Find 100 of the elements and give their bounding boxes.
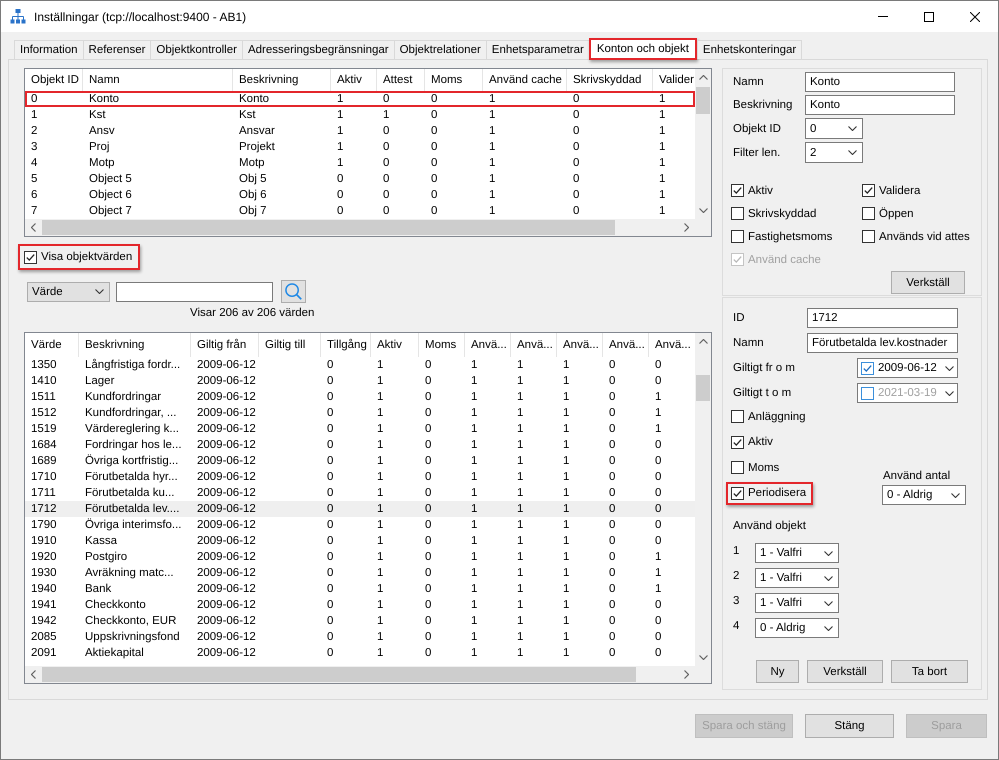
chevron-down-icon[interactable] <box>698 208 708 213</box>
table-cell-text: 0 <box>654 518 662 533</box>
table-cell-text: Förutbetalda ku... <box>84 486 176 501</box>
table-cell-text: 1 <box>488 92 496 107</box>
table-cell-text: Postgiro <box>84 550 128 565</box>
table-row[interactable]: 0 Konto Konto 1 0 0 1 0 1 <box>25 91 695 107</box>
horizontal-scrollbar[interactable] <box>25 666 695 683</box>
table-cell-text: 6 <box>30 188 38 203</box>
scrollbar-thumb[interactable] <box>696 87 710 114</box>
dropdown[interactable]: Värde <box>27 282 110 302</box>
checkbox[interactable]: Validera <box>857 179 979 202</box>
table-cell-text: 1 <box>376 422 384 437</box>
dropdown[interactable]: 1 - Valfri <box>755 568 839 588</box>
checkbox[interactable]: Aktiv <box>726 179 857 202</box>
tab[interactable]: Objektkontroller <box>150 40 242 59</box>
checkbox[interactable]: Periodisera <box>726 482 814 504</box>
chevron-up-icon[interactable] <box>698 75 708 80</box>
chevron-left-icon[interactable] <box>31 223 36 232</box>
column-header[interactable]: Anvä... <box>649 333 695 357</box>
field-label: Filter len. <box>733 146 782 158</box>
table-cell-text: 1 <box>488 172 496 187</box>
checkbox[interactable]: Används vid attes <box>857 225 979 248</box>
table-cell-text: 0 <box>430 92 438 107</box>
checkbox[interactable]: Moms <box>726 456 786 479</box>
table-cell-text: 0 <box>326 646 334 661</box>
chevron-up-icon[interactable] <box>698 339 708 344</box>
table-cell-text: Kst <box>88 108 107 123</box>
table-cell-text: 1 <box>376 390 384 405</box>
table-cell-text: 1 <box>516 614 524 629</box>
apply-button[interactable]: Verkställ <box>891 271 965 294</box>
horizontal-scrollbar[interactable] <box>25 219 695 236</box>
chevron-right-icon[interactable] <box>684 670 689 679</box>
tab[interactable]: Information <box>14 40 83 59</box>
column-header[interactable]: Valider <box>653 69 695 91</box>
scrollbar-thumb[interactable] <box>696 375 710 401</box>
table-cell-text: 1 <box>516 630 524 645</box>
text-field[interactable]: 1712 <box>807 308 958 328</box>
dialog-button[interactable]: Stäng <box>805 714 894 738</box>
table-cell-text: 0 <box>608 566 616 581</box>
dropdown[interactable]: 1 - Valfri <box>755 543 839 563</box>
table-cell-text: 0 <box>654 614 662 629</box>
action-button[interactable]: Ny <box>756 660 799 683</box>
table-cell-text: 1 <box>562 566 570 581</box>
table-cell-text: 1 <box>376 486 384 501</box>
text-field[interactable]: Konto <box>805 72 955 92</box>
tab[interactable]: Referenser <box>82 40 150 59</box>
search-button[interactable] <box>281 280 306 303</box>
chevron-left-icon[interactable] <box>31 670 36 679</box>
field-label: Giltigt t o m <box>733 387 792 399</box>
table-cell-text: 0 <box>572 172 580 187</box>
table-cell-text: 1511 <box>30 390 57 405</box>
table-cell-text: 0 <box>382 156 390 171</box>
table-cell-text: 0 <box>572 108 580 123</box>
chevron-right-icon[interactable] <box>684 223 689 232</box>
tab[interactable]: Konton och objekt <box>588 38 697 60</box>
table-cell-text: 2009-06-12 <box>196 646 257 661</box>
search-field[interactable] <box>116 282 273 302</box>
tab[interactable]: Adresseringsbegränsningar <box>242 40 394 59</box>
tab[interactable]: Enhetskonteringar <box>696 40 802 59</box>
table-cell-text: 1 <box>562 422 570 437</box>
table-cell-text: 1 <box>516 454 524 469</box>
table-cell-text: 4 <box>30 156 38 171</box>
table-cell-text: 0 <box>424 502 432 517</box>
table-cell-text: 0 <box>326 502 334 517</box>
checkbox[interactable]: Visa objektvärden <box>18 244 140 270</box>
text-field[interactable]: Konto <box>805 95 955 115</box>
dropdown[interactable]: 0 - Aldrig <box>882 485 966 505</box>
table-cell-text: 1 <box>562 454 570 469</box>
tab[interactable]: Objektrelationer <box>394 40 486 59</box>
table-cell-text: 0 <box>608 518 616 533</box>
table-cell-text: 1 <box>562 470 570 485</box>
text-field[interactable]: Förutbetalda lev.kostnader <box>807 333 958 353</box>
dropdown[interactable]: 2 <box>805 142 863 163</box>
dropdown[interactable]: 0 <box>805 118 863 139</box>
dropdown[interactable]: 1 - Valfri <box>755 593 839 613</box>
vertical-scrollbar[interactable] <box>695 69 711 219</box>
table-row[interactable]: 1712 Förutbetalda lev.... 2009-06-12 0 1 0 1 1 1 0 0 <box>25 501 695 517</box>
dropdown[interactable]: 0 - Aldrig <box>755 618 839 638</box>
table-cell-text: 1410 <box>30 374 58 389</box>
checkbox[interactable]: Fastighetsmoms <box>726 225 857 248</box>
checkbox[interactable]: Öppen <box>857 202 979 225</box>
row-number: 3 <box>733 594 740 606</box>
table-cell-text: 1 <box>470 566 478 581</box>
chevron-down-icon[interactable] <box>698 655 708 660</box>
vertical-scrollbar[interactable] <box>695 333 711 666</box>
action-button[interactable]: Verkställ <box>807 660 883 683</box>
scrollbar-thumb[interactable] <box>42 220 615 235</box>
table-cell-text: 0 <box>572 188 580 203</box>
checkbox[interactable]: Aktiv <box>726 430 780 454</box>
tab[interactable]: Enhetsparametrar <box>486 40 589 59</box>
table-cell-text: Motp <box>88 156 116 171</box>
action-button[interactable]: Ta bort <box>891 660 968 683</box>
table-cell-text: Förutbetalda hyr... <box>84 470 179 485</box>
table-cell-text: 2009-06-12 <box>196 406 257 421</box>
scrollbar-thumb[interactable] <box>42 667 636 682</box>
date-picker[interactable]: 2009-06-12 <box>857 358 958 378</box>
checkbox[interactable]: Skrivskyddad <box>726 202 857 225</box>
checkbox[interactable]: Anläggning <box>726 405 813 428</box>
table-cell-text: 0 <box>382 92 390 107</box>
table-cell-text: 1 <box>562 550 570 565</box>
